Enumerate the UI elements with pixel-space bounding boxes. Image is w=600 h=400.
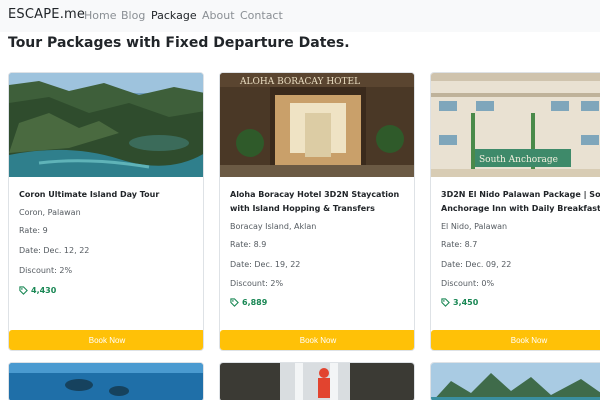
nav-link-about[interactable]: About: [202, 9, 235, 22]
package-rate: Rate: 8.9: [230, 240, 267, 249]
price-value: 6,889: [242, 298, 268, 307]
price-value: 4,430: [31, 286, 57, 295]
package-photo-aloha-boracay[interactable]: ALOHA BORACAY HOTEL: [220, 73, 414, 177]
nav-link-blog[interactable]: Blog: [121, 9, 145, 22]
package-discount: Discount: 2%: [230, 279, 284, 288]
price-tag-icon: [230, 298, 239, 307]
package-discount: Discount: 0%: [441, 279, 495, 288]
navbar: ESCAPE.me Home Blog Package About Contac…: [0, 0, 600, 32]
brand-logo[interactable]: ESCAPE.me: [8, 7, 85, 22]
package-rate: Rate: 8.7: [441, 240, 478, 249]
price-tag-icon: [441, 298, 450, 307]
svg-text:ALOHA BORACAY HOTEL: ALOHA BORACAY HOTEL: [239, 77, 360, 87]
package-photo-lagoon[interactable]: [430, 362, 600, 400]
package-card: South Anchorage 3D2N El Nido Palawan Pac…: [430, 72, 600, 351]
package-name[interactable]: 3D2N El Nido Palawan Package | South Anc…: [441, 188, 600, 216]
package-date: Date: Dec. 12, 22: [19, 246, 90, 255]
package-photo-south-anchorage-inn[interactable]: South Anchorage: [431, 73, 600, 177]
svg-text:South Anchorage: South Anchorage: [479, 155, 558, 165]
book-now-button[interactable]: Book Now: [431, 330, 600, 350]
price-tag-icon: [19, 286, 28, 295]
package-price: 6,889: [230, 298, 267, 307]
package-photo-waterfall[interactable]: [219, 362, 415, 400]
package-price: 3,450: [441, 298, 478, 307]
package-name[interactable]: Coron Ultimate Island Day Tour: [19, 188, 199, 202]
package-location: Boracay Island, Aklan: [230, 222, 317, 231]
package-rate: Rate: 9: [19, 226, 48, 235]
package-name[interactable]: Aloha Boracay Hotel 3D2N Staycation with…: [230, 188, 410, 216]
package-discount: Discount: 2%: [19, 266, 73, 275]
nav-link-home[interactable]: Home: [84, 9, 116, 22]
book-now-button[interactable]: Book Now: [9, 330, 203, 350]
price-value: 3,450: [453, 298, 479, 307]
package-date: Date: Dec. 09, 22: [441, 260, 512, 269]
book-now-button[interactable]: Book Now: [220, 330, 414, 350]
package-location: Coron, Palawan: [19, 208, 81, 217]
nav-link-contact[interactable]: Contact: [240, 9, 283, 22]
package-location: El Nido, Palawan: [441, 222, 508, 231]
package-photo-coron[interactable]: [9, 73, 203, 177]
package-photo-underwater[interactable]: [8, 362, 204, 400]
package-date: Date: Dec. 19, 22: [230, 260, 301, 269]
package-card: Coron Ultimate Island Day Tour Coron, Pa…: [8, 72, 204, 351]
package-card: ALOHA BORACAY HOTEL Aloha Boracay Hotel …: [219, 72, 415, 351]
nav-link-package[interactable]: Package: [151, 9, 197, 22]
page-title: Tour Packages with Fixed Departure Dates…: [8, 35, 350, 51]
package-price: 4,430: [19, 286, 56, 295]
